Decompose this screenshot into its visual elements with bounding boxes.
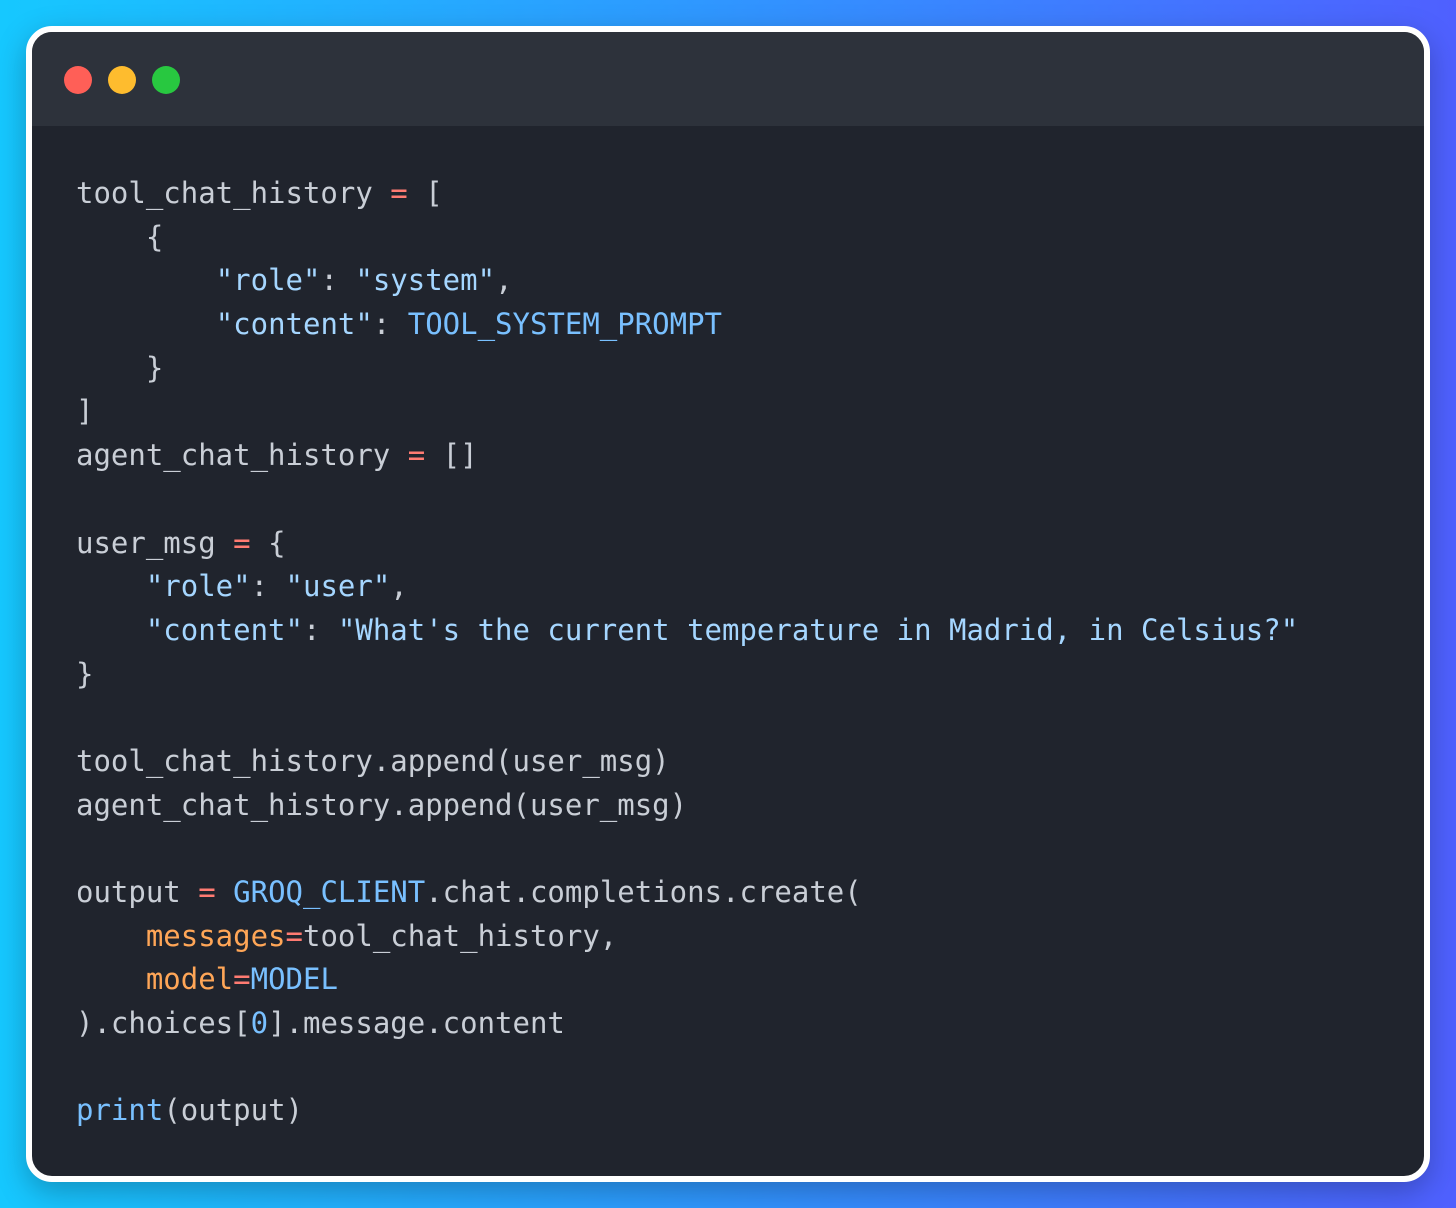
code-string: "content": [145, 612, 303, 647]
code-operator: =: [407, 438, 426, 473]
close-window-button[interactable]: [64, 66, 92, 94]
code-text: tool_chat_history: [76, 176, 391, 210]
code-text: ,: [495, 263, 513, 298]
code-constant: 0: [250, 1006, 269, 1041]
code-text: user_msg: [76, 525, 234, 560]
code-line: "role": "user",: [76, 565, 1416, 609]
code-text: ].message.content: [268, 1006, 565, 1041]
code-line: output = GROQ_CLIENT.chat.completions.cr…: [76, 871, 1416, 915]
code-window: tool_chat_history = [ { "role": "system"…: [26, 26, 1430, 1182]
code-line: "role": "system",: [76, 259, 1416, 303]
code-operator: =: [390, 176, 408, 210]
code-text: }: [76, 350, 164, 385]
code-line: print(output): [76, 1089, 1416, 1133]
code-operator: =: [198, 875, 216, 909]
code-text: [: [407, 176, 443, 210]
code-string: "role": [145, 569, 251, 604]
code-line: ).choices[0].message.content: [76, 1002, 1416, 1046]
code-text: tool_chat_history,: [303, 918, 618, 953]
code-line: ]: [76, 390, 1416, 434]
code-string: "What's the current temperature in Madri…: [337, 612, 1299, 647]
minimize-window-button[interactable]: [108, 66, 136, 94]
code-constant: TOOL_SYSTEM_PROMPT: [407, 307, 723, 342]
code-text: output: [76, 875, 199, 909]
code-text: :: [302, 612, 338, 647]
code-text: ]: [76, 394, 94, 429]
code-text: :: [250, 569, 286, 604]
code-line: }: [76, 653, 1416, 697]
code-constant: GROQ_CLIENT: [233, 875, 426, 909]
code-text: agent_chat_history.append(user_msg): [76, 787, 688, 822]
code-line: messages=tool_chat_history,: [76, 915, 1416, 959]
code-line: "content": "What's the current temperatu…: [76, 609, 1416, 653]
code-line: agent_chat_history = []: [76, 434, 1416, 478]
code-text: }: [76, 656, 94, 691]
code-text: :: [372, 307, 408, 342]
code-operator: =: [233, 962, 251, 997]
code-line: agent_chat_history.append(user_msg): [76, 784, 1416, 828]
code-string: "role": [215, 263, 321, 298]
zoom-window-button[interactable]: [152, 66, 180, 94]
code-string: "content": [215, 307, 373, 342]
window-titlebar: [32, 32, 1424, 126]
code-text: ).choices[: [76, 1006, 251, 1041]
code-line: user_msg = {: [76, 522, 1416, 566]
code-line: tool_chat_history.append(user_msg): [76, 740, 1416, 784]
code-line: "content": TOOL_SYSTEM_PROMPT: [76, 303, 1416, 347]
code-block: tool_chat_history = [ { "role": "system"…: [76, 172, 1416, 1133]
code-function: print: [76, 1093, 164, 1128]
code-parameter: messages: [145, 918, 286, 953]
code-line: {: [76, 216, 1416, 260]
code-string: "system": [355, 263, 496, 298]
code-text: {: [250, 525, 286, 560]
code-line: tool_chat_history = [: [76, 172, 1416, 216]
code-line: }: [76, 347, 1416, 391]
code-line: model=MODEL: [76, 958, 1416, 1002]
code-text: ,: [390, 569, 408, 604]
code-text: agent_chat_history: [76, 438, 408, 473]
code-parameter: model: [145, 962, 234, 997]
code-operator: =: [285, 918, 303, 953]
code-text: tool_chat_history.append(user_msg): [76, 743, 670, 778]
code-constant: MODEL: [250, 962, 338, 997]
code-text: (output): [163, 1093, 303, 1128]
code-operator: =: [233, 525, 251, 560]
code-text: :: [320, 263, 356, 298]
code-text: {: [76, 219, 164, 254]
code-text: .chat.completions.create(: [425, 875, 862, 909]
code-text: []: [425, 438, 478, 473]
code-string: "user": [285, 569, 391, 604]
